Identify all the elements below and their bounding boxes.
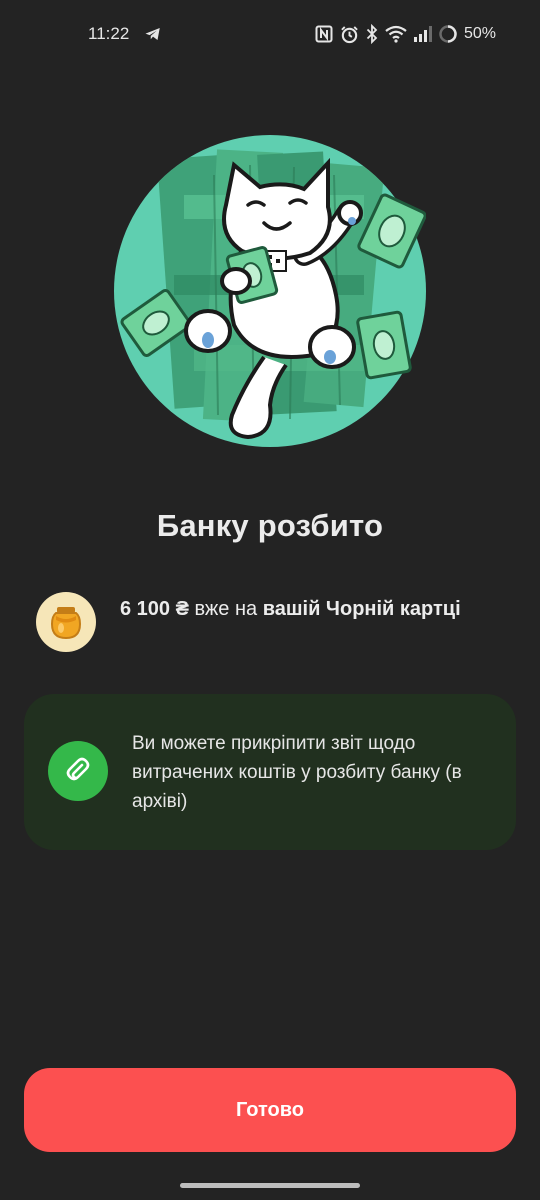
nfc-icon [315,25,333,43]
paperclip-icon-circle [48,741,108,801]
done-button[interactable]: Готово [24,1068,516,1152]
attach-report-card[interactable]: Ви можете прикріпити звіт щодо витрачени… [24,694,516,850]
home-indicator[interactable] [180,1183,360,1188]
page-title: Банку розбито [156,508,384,543]
status-time: 11:22 [88,24,130,43]
honey-jar-icon [36,592,96,652]
status-bar: 11:22 50% [0,0,540,70]
telegram-icon [145,28,160,40]
cat-lying-on-money-illustration [114,135,426,447]
bluetooth-icon [366,24,378,44]
signal-icon [413,26,432,42]
amount-middle-text: вже на [188,598,263,620]
paperclip-icon [66,757,90,781]
card-name: вашій Чорній картці [262,598,461,620]
status-icons: 50% [315,22,496,46]
attach-report-text: Ви можете прикріпити звіт щодо витрачени… [132,733,462,812]
alarm-icon [341,25,358,43]
screen: 11:22 50% Банку розбито 6 100 ₴ вже на в… [0,0,540,1200]
amount-value: 6 100 ₴ [120,598,189,620]
battery-icon [439,25,457,43]
wifi-icon [385,25,407,43]
amount-text: 6 100 ₴ вже на вашій Чорній картці [120,594,490,624]
amount-row: 6 100 ₴ вже на вашій Чорній картці [36,592,506,652]
battery-percentage: 50% [463,25,496,42]
